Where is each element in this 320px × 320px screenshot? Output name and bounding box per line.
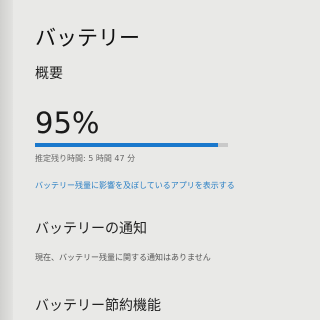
battery-level-bar [35, 143, 228, 147]
battery-percent: 95% [35, 106, 100, 140]
overview-heading: 概要 [35, 66, 63, 82]
remaining-time-text: 推定残り時間: 5 時間 47 分 [35, 154, 136, 163]
window-left-edge [0, 0, 13, 320]
battery-saver-heading: バッテリー節約機能 [35, 298, 161, 314]
apps-affecting-battery-link[interactable]: バッテリー残量に影響を及ぼしているアプリを表示する [35, 180, 235, 191]
battery-notifications-text: 現在、バッテリー残量に関する通知はありません [35, 253, 211, 262]
battery-settings-page: バッテリー 概要 95% 推定残り時間: 5 時間 47 分 バッテリー残量に影… [35, 0, 320, 320]
battery-level-fill [35, 143, 219, 147]
page-title: バッテリー [35, 26, 140, 50]
battery-notifications-heading: バッテリーの通知 [35, 221, 147, 237]
